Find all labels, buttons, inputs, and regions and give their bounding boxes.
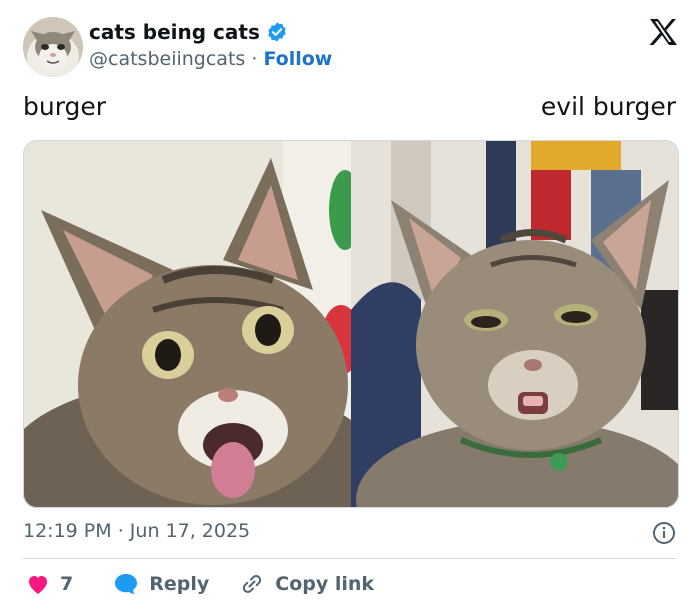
heart-icon xyxy=(29,576,47,594)
like-count: 7 xyxy=(60,573,74,595)
x-logo-icon[interactable] xyxy=(648,18,678,46)
cat-photo-evil-image xyxy=(351,140,679,508)
reply-label: Reply xyxy=(149,573,210,595)
copy-link-label: Copy link xyxy=(275,573,375,595)
link-icon xyxy=(243,575,262,593)
caption-left: burger xyxy=(23,92,107,121)
cat-photo-surprised-image xyxy=(23,140,351,508)
post-date: Jun 17, 2025 xyxy=(129,520,251,542)
copy-link-button[interactable]: Copy link xyxy=(239,572,374,596)
display-name[interactable]: cats being cats xyxy=(89,20,260,44)
follow-button[interactable]: Follow xyxy=(263,48,332,70)
handle[interactable]: @catsbeiingcats xyxy=(89,48,245,70)
reply-button[interactable]: Reply xyxy=(113,572,209,596)
cat-photo-evil[interactable] xyxy=(351,140,679,508)
timestamp-separator: · xyxy=(117,520,124,542)
avatar[interactable] xyxy=(23,17,83,77)
reply-bubble-icon xyxy=(115,574,138,595)
verified-badge-icon xyxy=(268,22,286,42)
handle-row: @catsbeiingcats · Follow xyxy=(89,48,332,70)
cat-photo-surprised[interactable] xyxy=(23,140,351,508)
avatar-cat-icon xyxy=(23,17,83,77)
info-icon[interactable] xyxy=(652,521,676,545)
divider xyxy=(23,558,677,559)
post-time: 12:19 PM xyxy=(23,520,112,542)
action-bar: 7 Reply Copy link xyxy=(26,572,404,596)
display-name-row[interactable]: cats being cats xyxy=(89,20,288,44)
caption-right: evil burger xyxy=(540,92,676,121)
timestamp[interactable]: 12:19 PM · Jun 17, 2025 xyxy=(23,520,250,542)
handle-separator: · xyxy=(251,48,258,70)
like-button[interactable]: 7 xyxy=(26,573,73,595)
